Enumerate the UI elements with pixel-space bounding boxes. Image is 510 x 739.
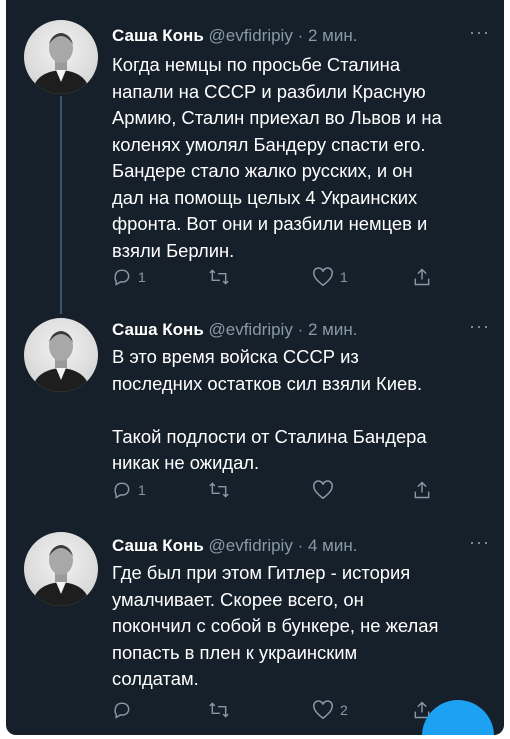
like-count: 2 <box>340 702 348 718</box>
separator-dot: · <box>297 26 304 45</box>
tweet[interactable]: Саша Конь @evfidripiy · 2 мин. ··· В это… <box>6 300 504 520</box>
reply-icon <box>114 702 130 719</box>
reply-button[interactable]: 1 <box>112 480 146 500</box>
share-icon <box>414 268 430 286</box>
author-name[interactable]: Саша Конь <box>112 320 204 339</box>
author-handle[interactable]: @evfidripiy <box>209 26 293 45</box>
like-button[interactable]: 1 <box>312 267 348 287</box>
share-button[interactable] <box>412 267 432 287</box>
author-name[interactable]: Саша Конь <box>112 536 204 555</box>
like-button[interactable]: 2 <box>312 700 348 720</box>
like-count: 1 <box>340 269 348 285</box>
more-options-icon[interactable]: ··· <box>469 22 490 43</box>
separator-dot: · <box>297 536 304 555</box>
heart-icon <box>313 267 333 287</box>
tweet[interactable]: Саша Конь @evfidripiy · 2 мин. ··· Когда… <box>6 0 504 314</box>
like-button[interactable] <box>312 480 340 500</box>
tweet-header: Саша Конь @evfidripiy · 4 мин. <box>112 536 357 556</box>
retweet-icon <box>209 482 229 498</box>
share-icon <box>414 481 430 499</box>
separator-dot: · <box>297 320 304 339</box>
timestamp[interactable]: 4 мин. <box>308 536 357 555</box>
timestamp[interactable]: 2 мин. <box>308 26 357 45</box>
tweet-text: Когда немцы по просьбе Сталина напали на… <box>112 54 442 261</box>
thread-line <box>60 96 62 314</box>
tweet-header: Саша Конь @evfidripiy · 2 мин. <box>112 320 357 340</box>
author-name[interactable]: Саша Конь <box>112 26 204 45</box>
tweet[interactable]: Саша Конь @evfidripiy · 4 мин. ··· Где б… <box>6 520 504 735</box>
retweet-button[interactable] <box>208 700 236 720</box>
timestamp[interactable]: 2 мин. <box>308 320 357 339</box>
retweet-button[interactable] <box>208 267 236 287</box>
more-options-icon[interactable]: ··· <box>469 532 490 553</box>
tweet-header: Саша Конь @evfidripiy · 2 мин. <box>112 26 357 46</box>
tweet-actions: 1 1 <box>112 267 442 291</box>
heart-icon <box>313 480 333 500</box>
share-button[interactable] <box>412 480 432 500</box>
retweet-button[interactable] <box>208 480 236 500</box>
retweet-icon <box>209 702 229 718</box>
tweet-actions: 1 <box>112 480 442 504</box>
avatar[interactable] <box>24 318 98 392</box>
avatar[interactable] <box>24 20 98 94</box>
retweet-icon <box>209 269 229 285</box>
timeline: Саша Конь @evfidripiy · 2 мин. ··· Когда… <box>6 0 504 735</box>
reply-icon <box>114 482 130 499</box>
more-options-icon[interactable]: ··· <box>469 316 490 337</box>
reply-button[interactable] <box>112 700 138 720</box>
avatar[interactable] <box>24 532 98 606</box>
tweet-text: Где был при этом Гитлер - история умалчи… <box>112 562 439 689</box>
author-handle[interactable]: @evfidripiy <box>209 320 293 339</box>
reply-icon <box>114 269 130 286</box>
tweet-actions: 2 <box>112 700 442 724</box>
tweet-text: В это время войска СССР из последних ост… <box>112 346 427 473</box>
reply-count: 1 <box>138 269 146 285</box>
reply-button[interactable]: 1 <box>112 267 146 287</box>
author-handle[interactable]: @evfidripiy <box>209 536 293 555</box>
heart-icon <box>313 700 333 720</box>
reply-count: 1 <box>138 482 146 498</box>
